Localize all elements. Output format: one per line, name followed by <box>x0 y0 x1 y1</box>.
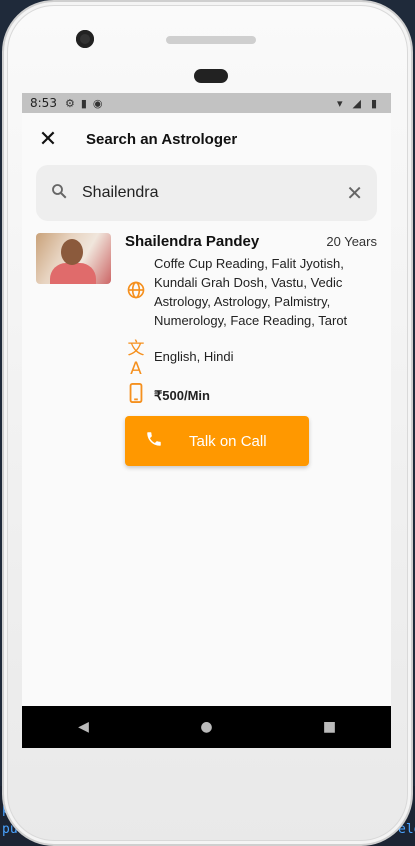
experience-label: 20 Years <box>326 234 377 249</box>
sync-icon: ◉ <box>92 96 103 110</box>
skills-row: Coffe Cup Reading, Falit Jyotish, Kundal… <box>125 254 377 330</box>
skills-text: Coffe Cup Reading, Falit Jyotish, Kundal… <box>154 256 348 328</box>
photo-face <box>61 239 83 265</box>
search-input[interactable] <box>82 184 347 202</box>
clear-search-icon[interactable]: ✕ <box>346 181 363 205</box>
close-icon[interactable]: ✕ <box>36 127 60 152</box>
globe-icon <box>125 280 147 305</box>
proximity-sensor <box>194 69 228 83</box>
recents-icon[interactable]: ■ <box>315 719 345 735</box>
astrologer-name: Shailendra Pandey <box>125 233 260 250</box>
home-icon[interactable]: ● <box>192 719 222 735</box>
mobile-phone-icon <box>125 383 147 408</box>
status-time: 8:53 <box>30 96 57 110</box>
app-bar: ✕ Search an Astrologer <box>22 113 391 165</box>
photo-shirt <box>50 263 96 284</box>
price-row: ₹500/Min <box>125 383 377 408</box>
astrologer-details: Shailendra Pandey 20 Years Coffe Cup Rea… <box>125 233 377 466</box>
settings-icon: ⚙ <box>64 96 75 110</box>
back-icon[interactable]: ◀ <box>69 719 99 735</box>
languages-row: 文A English, Hindi <box>125 334 377 379</box>
name-row: Shailendra Pandey 20 Years <box>125 233 377 250</box>
search-icon <box>50 182 68 205</box>
search-box[interactable]: ✕ <box>36 165 377 221</box>
system-nav-bar: ◀ ● ■ <box>22 706 391 748</box>
phone-call-icon <box>145 430 165 453</box>
page-title: Search an Astrologer <box>86 130 238 148</box>
translate-icon: 文A <box>127 339 145 379</box>
earpiece-speaker <box>166 36 256 44</box>
sd-card-icon: ▮ <box>80 96 87 110</box>
astrologer-card[interactable]: Shailendra Pandey 20 Years Coffe Cup Rea… <box>22 221 391 466</box>
front-camera <box>76 30 94 48</box>
languages-text: English, Hindi <box>154 349 234 364</box>
wifi-icon: ▾ <box>336 96 343 110</box>
signal-icon: ◢ <box>352 96 361 110</box>
talk-on-call-label: Talk on Call <box>189 432 267 450</box>
device-screen: 8:53 ⚙ ▮ ◉ ▾ ◢ ▮ ✕ Search an Astrologer … <box>22 93 391 748</box>
battery-icon: ▮ <box>370 96 377 110</box>
astrologer-photo[interactable] <box>36 233 111 284</box>
talk-on-call-button[interactable]: Talk on Call <box>125 416 309 466</box>
price-per-minute: ₹500/Min <box>154 388 210 403</box>
status-bar: 8:53 ⚙ ▮ ◉ ▾ ◢ ▮ <box>22 93 391 113</box>
